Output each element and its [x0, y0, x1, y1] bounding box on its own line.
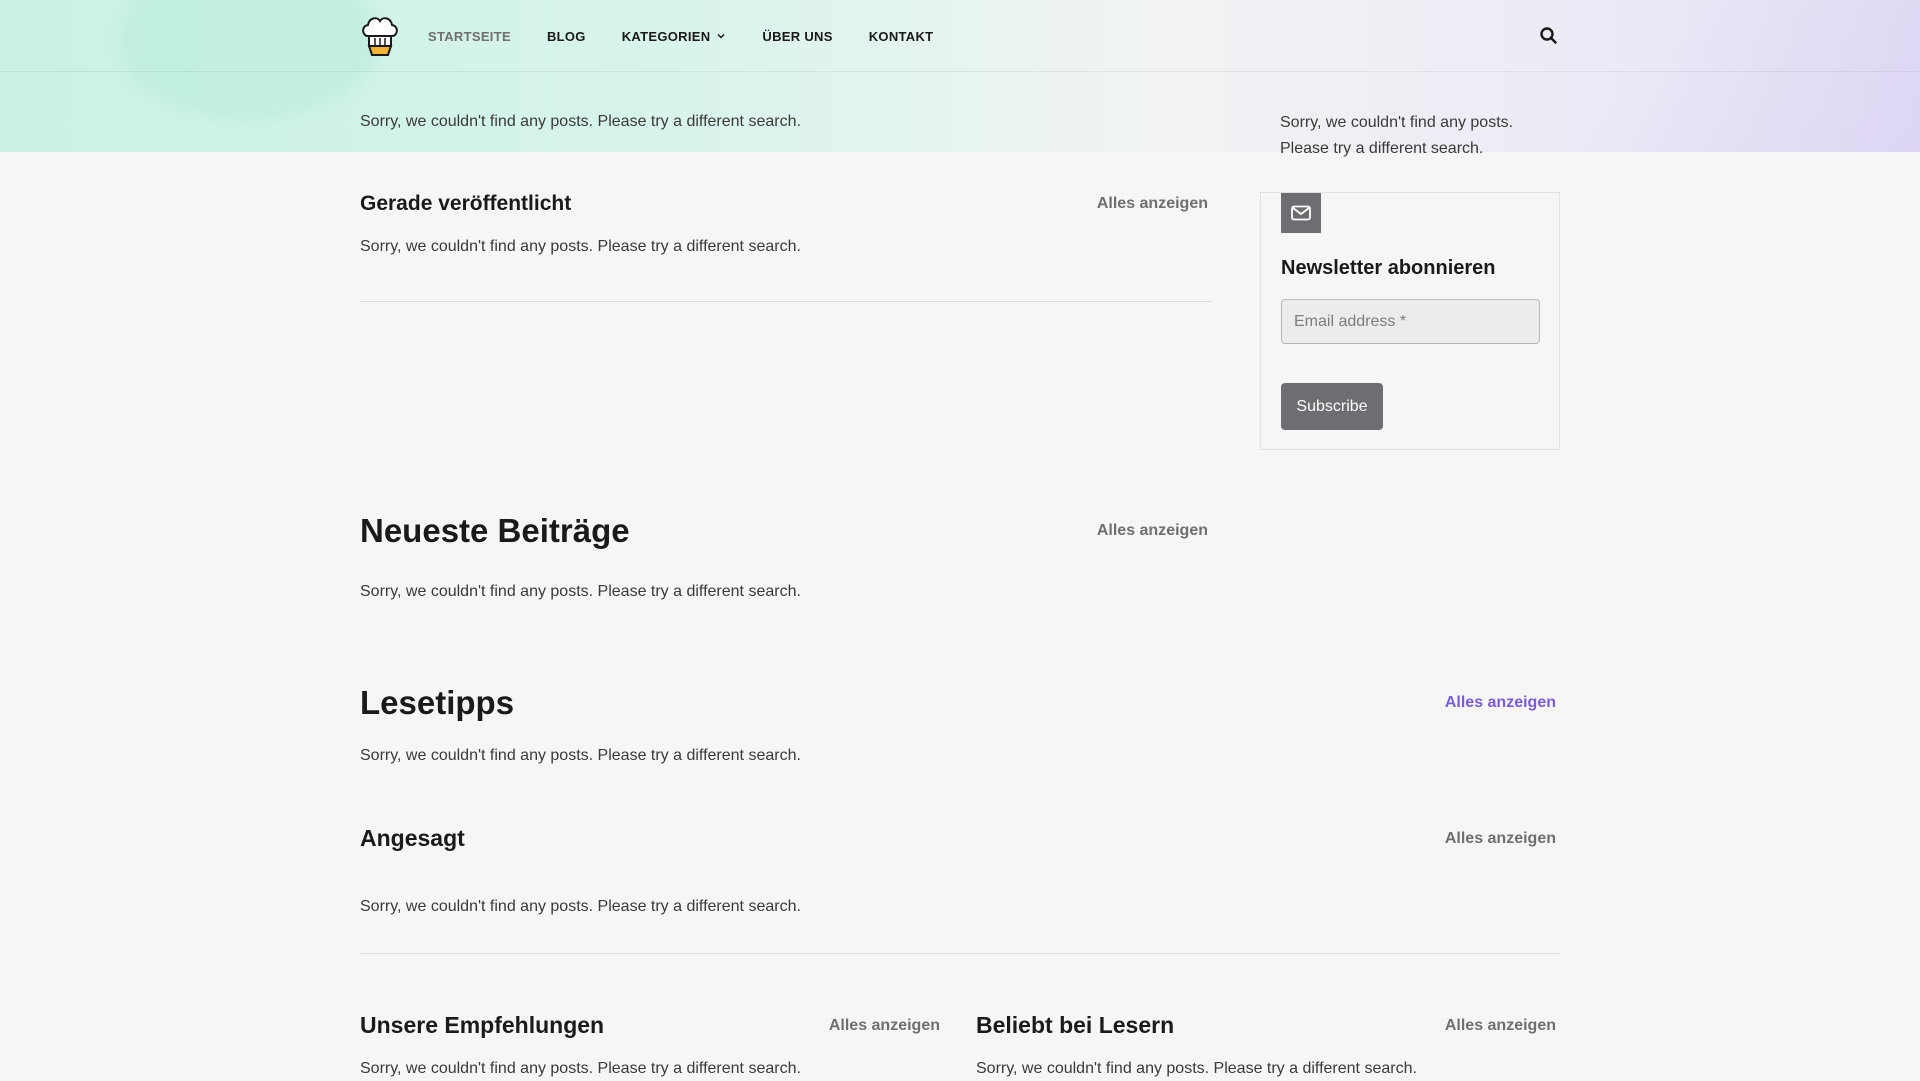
popular-view-all-link[interactable]: Alles anzeigen: [1445, 1017, 1556, 1035]
nav-item-label: STARTSEITE: [428, 28, 511, 44]
nav-item-label: ÜBER UNS: [762, 28, 833, 44]
recent-empty-message: Sorry, we couldn't find any posts. Pleas…: [360, 238, 801, 255]
trending-empty-message: Sorry, we couldn't find any posts. Pleas…: [360, 898, 801, 915]
nav-item-blog[interactable]: BLOG: [547, 29, 586, 44]
latest-section-title: Neueste Beiträge: [360, 512, 630, 549]
subscribe-button[interactable]: Subscribe: [1281, 383, 1383, 430]
section-divider: [360, 301, 1212, 302]
newsletter-title: Newsletter abonnieren: [1281, 257, 1496, 279]
envelope-icon: [1281, 193, 1321, 233]
recommendations-empty-message: Sorry, we couldn't find any posts. Pleas…: [360, 1060, 801, 1077]
site-header: STARTSEITE BLOG KATEGORIEN ÜBER UNS KONT…: [0, 0, 1920, 72]
main-nav: STARTSEITE BLOG KATEGORIEN ÜBER UNS KONT…: [428, 0, 933, 72]
reading-tips-view-all-link[interactable]: Alles anzeigen: [1445, 694, 1556, 712]
section-divider: [360, 953, 1560, 954]
search-icon[interactable]: [1538, 25, 1560, 47]
latest-view-all-link[interactable]: Alles anzeigen: [1097, 522, 1208, 540]
reading-tips-section-title: Lesetipps: [360, 684, 515, 721]
nav-item-label: KATEGORIEN: [621, 28, 711, 44]
recommendations-section-title: Unsere Empfehlungen: [360, 1012, 605, 1038]
nav-item-startseite[interactable]: STARTSEITE: [428, 29, 511, 44]
trending-section-title: Angesagt: [360, 825, 465, 851]
popular-section-title: Beliebt bei Lesern: [976, 1012, 1175, 1038]
nav-item-kategorien[interactable]: KATEGORIEN: [622, 29, 727, 44]
latest-section-header: Neueste Beiträge Alles anzeigen: [360, 512, 1208, 550]
recent-section-title: Gerade veröffentlicht: [360, 192, 572, 215]
reading-tips-section-header: Lesetipps Alles anzeigen: [360, 684, 1556, 722]
popular-section-header: Beliebt bei Lesern Alles anzeigen: [976, 1012, 1556, 1039]
nav-item-label: KONTAKT: [868, 28, 934, 44]
newsletter-widget: Newsletter abonnieren Subscribe: [1260, 192, 1560, 450]
chevron-down-icon: [717, 33, 725, 39]
trending-view-all-link[interactable]: Alles anzeigen: [1445, 830, 1556, 848]
reading-tips-empty-message: Sorry, we couldn't find any posts. Pleas…: [360, 747, 801, 764]
recent-section-header: Gerade veröffentlicht Alles anzeigen: [360, 192, 1208, 216]
nav-item-ueber-uns[interactable]: ÜBER UNS: [762, 29, 832, 44]
nav-item-kontakt[interactable]: KONTAKT: [869, 29, 934, 44]
latest-empty-message: Sorry, we couldn't find any posts. Pleas…: [360, 583, 801, 600]
recommendations-section-header: Unsere Empfehlungen Alles anzeigen: [360, 1012, 940, 1039]
trending-section-header: Angesagt Alles anzeigen: [360, 825, 1556, 852]
top-empty-message: Sorry, we couldn't find any posts. Pleas…: [360, 113, 801, 130]
recommendations-view-all-link[interactable]: Alles anzeigen: [829, 1017, 940, 1035]
email-field[interactable]: [1281, 299, 1540, 344]
recent-view-all-link[interactable]: Alles anzeigen: [1097, 195, 1208, 213]
nav-item-label: BLOG: [546, 28, 586, 44]
chef-hat-logo-icon[interactable]: [360, 14, 400, 58]
popular-empty-message: Sorry, we couldn't find any posts. Pleas…: [976, 1060, 1417, 1077]
sidebar-empty-message: Sorry, we couldn't find any posts. Pleas…: [1280, 114, 1514, 157]
